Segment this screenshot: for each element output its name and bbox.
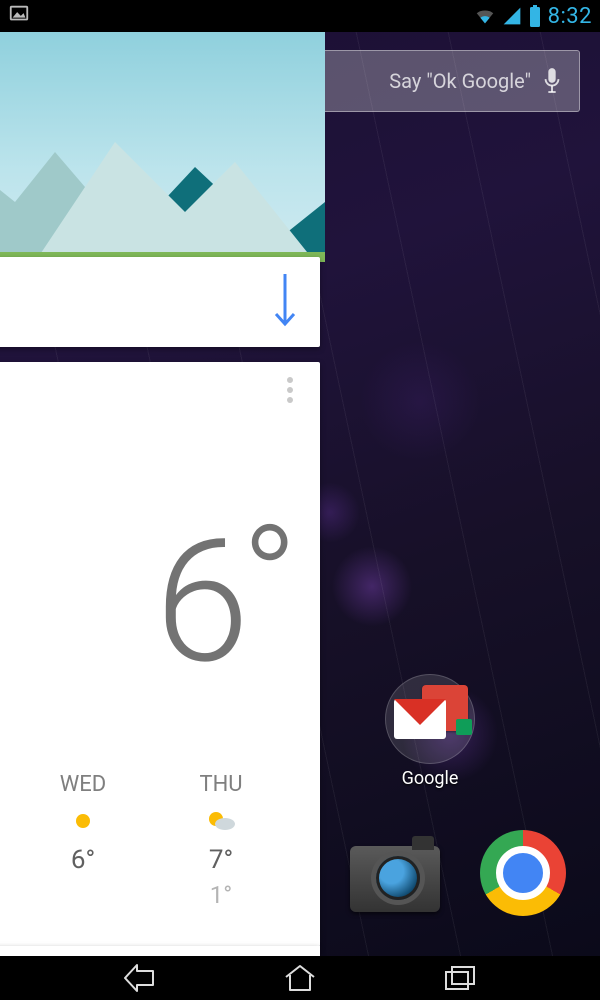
voice-hint-text: Say "Ok Google": [389, 69, 531, 93]
battery-icon: [528, 5, 542, 27]
clock: 8:32: [548, 4, 592, 29]
wifi-icon: [474, 5, 496, 27]
arrow-down-icon[interactable]: [272, 270, 298, 334]
home-screen[interactable]: Google Say "Ok Google" n tap these dots …: [0, 32, 600, 956]
google-now-panel[interactable]: n tap these dots ake changes 6° N: [0, 32, 325, 956]
dock: [0, 820, 600, 930]
screenshot-notification-icon: [8, 3, 30, 30]
day-label: TUE: [0, 772, 14, 797]
current-temperature: 6°: [155, 502, 290, 702]
day-label: THU: [152, 772, 290, 797]
google-folder[interactable]: Google: [380, 674, 480, 789]
google-now-hint-card[interactable]: n tap these dots ake changes: [0, 257, 320, 347]
microphone-icon[interactable]: [541, 66, 563, 96]
back-button[interactable]: [120, 958, 160, 998]
overflow-dots-icon[interactable]: [281, 376, 300, 404]
recents-button[interactable]: [440, 958, 480, 998]
google-now-header: [0, 32, 325, 262]
cell-signal-icon: [502, 6, 522, 26]
gmail-icon: [394, 699, 446, 739]
folder-icon: [385, 674, 475, 764]
status-bar: 8:32: [0, 0, 600, 32]
camera-app-icon[interactable]: [350, 830, 440, 920]
chrome-app-icon[interactable]: [480, 830, 570, 920]
folder-label: Google: [380, 768, 480, 789]
next-card-peek: [0, 946, 320, 956]
navigation-bar: [0, 956, 600, 1000]
day-label: WED: [14, 772, 152, 797]
home-button[interactable]: [280, 958, 320, 998]
current-temp-value: 6: [155, 502, 241, 702]
